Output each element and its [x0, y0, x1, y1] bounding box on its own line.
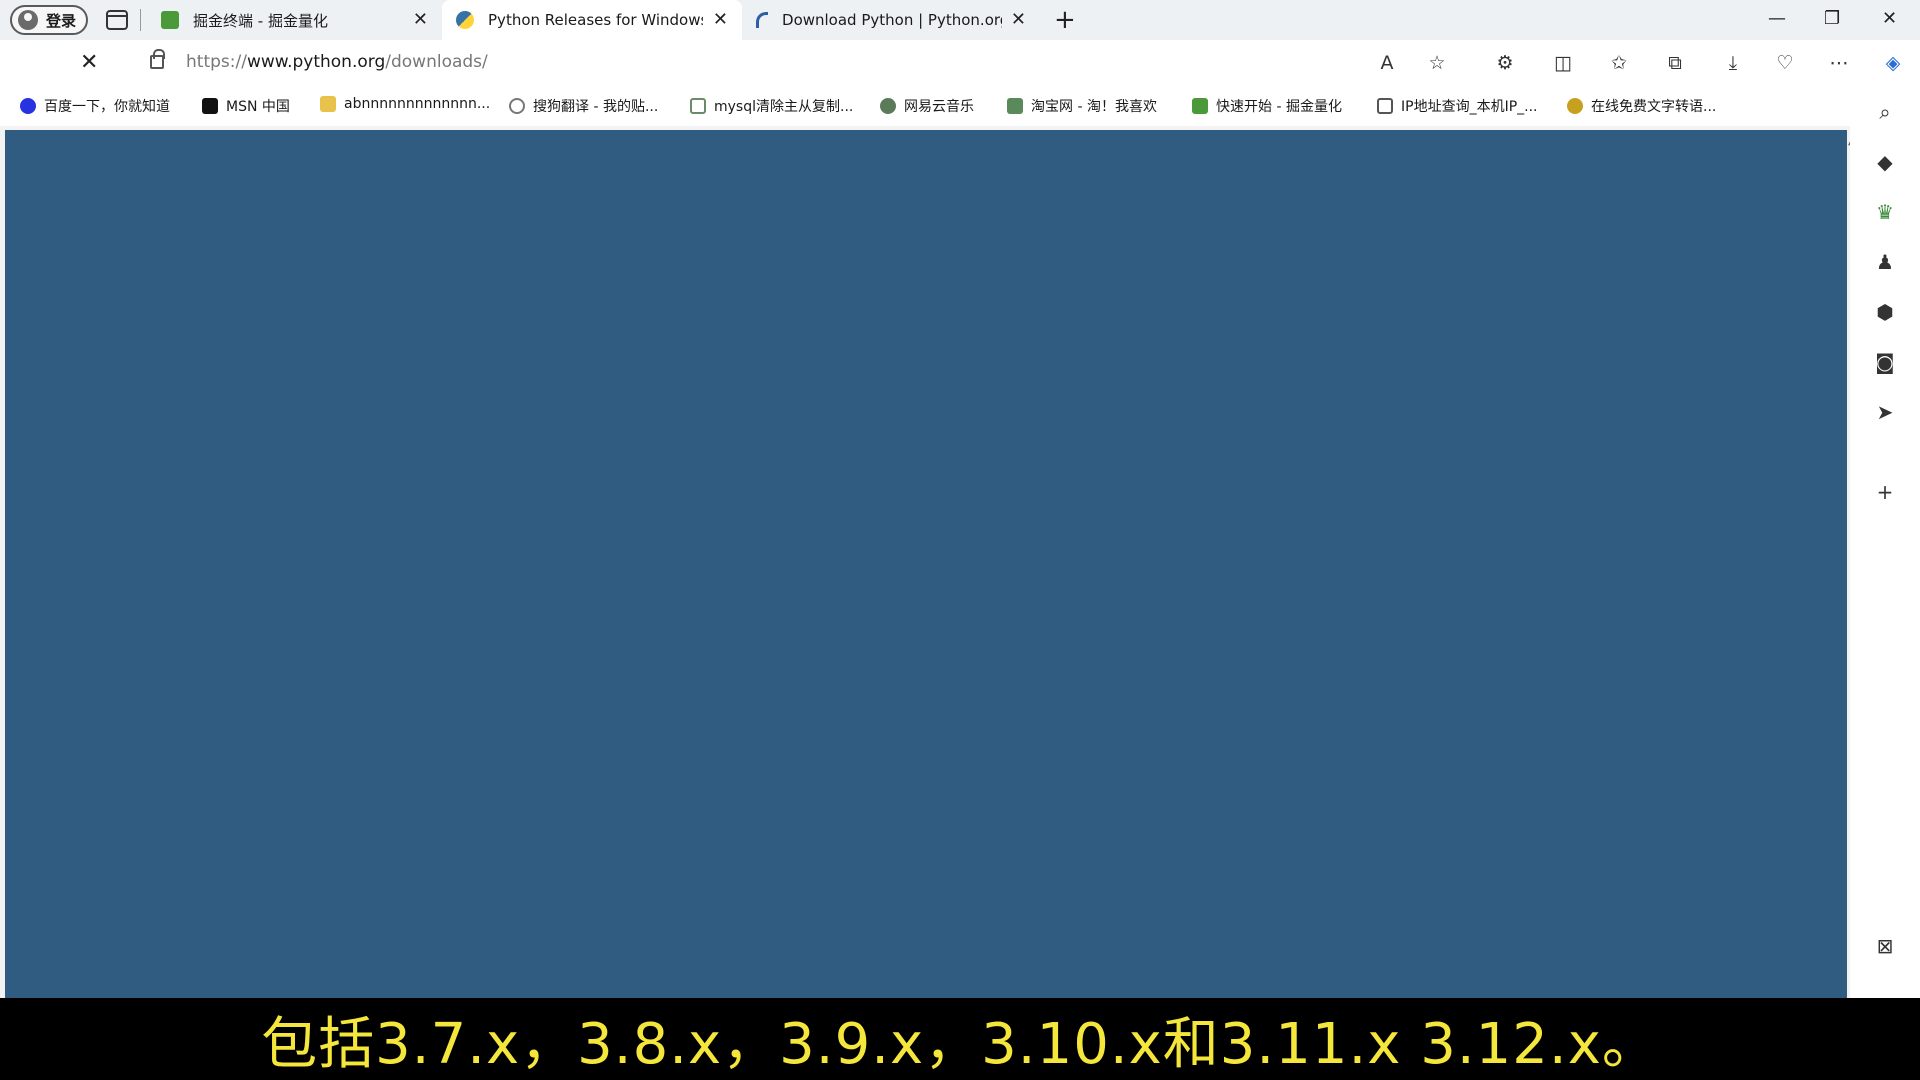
favorite-folder[interactable]: abnnnnnnnnnnnnn...	[320, 96, 490, 112]
lock-icon[interactable]	[150, 49, 165, 69]
tab-title: Download Python | Python.org	[782, 11, 1003, 29]
favorite-msn[interactable]: MSN 中国	[202, 96, 290, 116]
new-tab-button[interactable]: +	[1054, 7, 1076, 33]
profile-button[interactable]: 登录	[10, 5, 89, 35]
favorite-label: 百度一下，你就知道	[44, 99, 170, 115]
favorite-label: IP地址查询_本机IP_...	[1401, 99, 1538, 115]
tab-separator	[140, 9, 142, 31]
split-screen-icon[interactable]: ◫	[1550, 52, 1576, 74]
tab-python-releases[interactable]: Python Releases for Windows | P ✕	[442, 0, 743, 40]
office-icon[interactable]: ⬢	[1870, 300, 1900, 324]
send-icon[interactable]: ➤	[1870, 400, 1900, 424]
tts-icon	[1567, 98, 1583, 114]
juejin-icon	[161, 11, 180, 29]
favorite-netease[interactable]: 网易云音乐	[880, 96, 974, 116]
restore-icon[interactable]: ❐	[1824, 8, 1840, 29]
tab-bar: 登录 掘金终端 - 掘金量化 ✕ Python Releases for Win…	[0, 0, 1920, 40]
add-sidebar-app-icon[interactable]: +	[1870, 480, 1900, 504]
minimize-icon[interactable]: —	[1768, 8, 1786, 29]
favorite-label: 网易云音乐	[904, 99, 974, 115]
favorite-label: mysql清除主从复制...	[714, 99, 854, 115]
collections-icon[interactable]: ⧉	[1662, 52, 1688, 74]
favorite-label: MSN 中国	[226, 99, 290, 115]
url-scheme: https://	[186, 52, 247, 72]
more-menu-icon[interactable]: ⋯	[1826, 52, 1852, 74]
taobao-icon	[1007, 98, 1023, 114]
right-sidebar: ⌕ ◆ ♛ ♟ ⬢ ◙ ➤ + ⊠	[1850, 86, 1920, 998]
sogou-icon	[509, 98, 525, 114]
stop-loading-icon[interactable]: ✕	[80, 50, 98, 75]
favorite-baidu[interactable]: 百度一下，你就知道	[20, 96, 170, 116]
tab-download-python[interactable]: Download Python | Python.org ✕	[742, 0, 1040, 40]
page-icon	[690, 98, 706, 114]
favorites-icon[interactable]: ✩	[1606, 52, 1632, 74]
extensions-icon[interactable]: ⚙	[1492, 52, 1518, 74]
games-icon[interactable]: ♛	[1870, 200, 1900, 224]
url-path: /downloads/	[385, 52, 488, 72]
favorite-juejin[interactable]: 快速开始 - 掘金量化	[1192, 96, 1342, 116]
msn-icon	[202, 98, 218, 114]
shopping-tag-icon[interactable]: ◆	[1870, 150, 1900, 174]
person-icon	[18, 10, 38, 30]
netease-music-icon	[880, 98, 896, 114]
favorite-tts[interactable]: 在线免费文字转语...	[1567, 96, 1716, 116]
tab-actions-icon[interactable]	[106, 10, 129, 30]
close-tab-icon[interactable]: ✕	[713, 10, 728, 30]
favorite-label: 淘宝网 - 淘！我喜欢	[1031, 99, 1157, 115]
downloads-icon[interactable]: ⤓	[1720, 52, 1746, 74]
favorite-sogou[interactable]: 搜狗翻译 - 我的贴...	[509, 96, 658, 116]
tab-title: 掘金终端 - 掘金量化	[193, 11, 328, 30]
folder-icon	[320, 96, 336, 112]
favorite-mysql[interactable]: mysql清除主从复制...	[690, 96, 853, 116]
read-aloud-icon[interactable]: A	[1374, 52, 1400, 74]
close-tab-icon[interactable]: ✕	[413, 10, 428, 30]
favorite-label: 快速开始 - 掘金量化	[1216, 99, 1342, 115]
copilot-icon[interactable]: ◈	[1880, 52, 1906, 74]
favorite-taobao[interactable]: 淘宝网 - 淘！我喜欢	[1007, 96, 1157, 116]
favorite-label: 搜狗翻译 - 我的贴...	[533, 99, 659, 115]
subtitle-text: 包括3.7.x，3.8.x，3.9.x，3.10.x和3.11.x 3.12.x…	[261, 1011, 1659, 1077]
close-window-icon[interactable]: ✕	[1882, 8, 1897, 29]
hide-sidebar-icon[interactable]: ⊠	[1870, 934, 1900, 958]
url-host: www.python.org	[246, 52, 386, 72]
tools-icon[interactable]: ♟	[1870, 250, 1900, 274]
search-icon[interactable]: ⌕	[1870, 100, 1900, 124]
ip-lookup-icon	[1377, 98, 1393, 114]
video-subtitle: 包括3.7.x，3.8.x，3.9.x，3.10.x和3.11.x 3.12.x…	[0, 998, 1920, 1080]
performance-icon[interactable]: ♡	[1772, 52, 1798, 74]
address-bar: ✕ https://www.python.org/downloads/ A ☆ …	[0, 40, 1920, 86]
favorite-label: 在线免费文字转语...	[1591, 99, 1717, 115]
favorite-star-icon[interactable]: ☆	[1424, 52, 1450, 74]
baidu-paw-icon	[20, 98, 36, 114]
favorites-bar: 百度一下，你就知道 MSN 中国 abnnnnnnnnnnnnn... 搜狗翻译…	[0, 86, 1880, 126]
loading-spinner-icon	[756, 12, 769, 28]
outlook-icon[interactable]: ◙	[1870, 350, 1900, 374]
python-icon	[456, 11, 475, 29]
tab-title: Python Releases for Windows | P	[488, 11, 704, 29]
browser-window: 登录 掘金终端 - 掘金量化 ✕ Python Releases for Win…	[0, 0, 1920, 1080]
favorite-label: abnnnnnnnnnnnnn...	[344, 96, 491, 112]
profile-label: 登录	[46, 11, 77, 30]
url-field[interactable]: https://www.python.org/downloads/	[186, 52, 488, 72]
favorite-ip-lookup[interactable]: IP地址查询_本机IP_...	[1377, 96, 1538, 116]
juejin-icon	[1192, 98, 1208, 114]
close-tab-icon[interactable]: ✕	[1011, 10, 1026, 30]
page-content	[5, 130, 1847, 998]
tab-juejin[interactable]: 掘金终端 - 掘金量化 ✕	[147, 0, 442, 40]
